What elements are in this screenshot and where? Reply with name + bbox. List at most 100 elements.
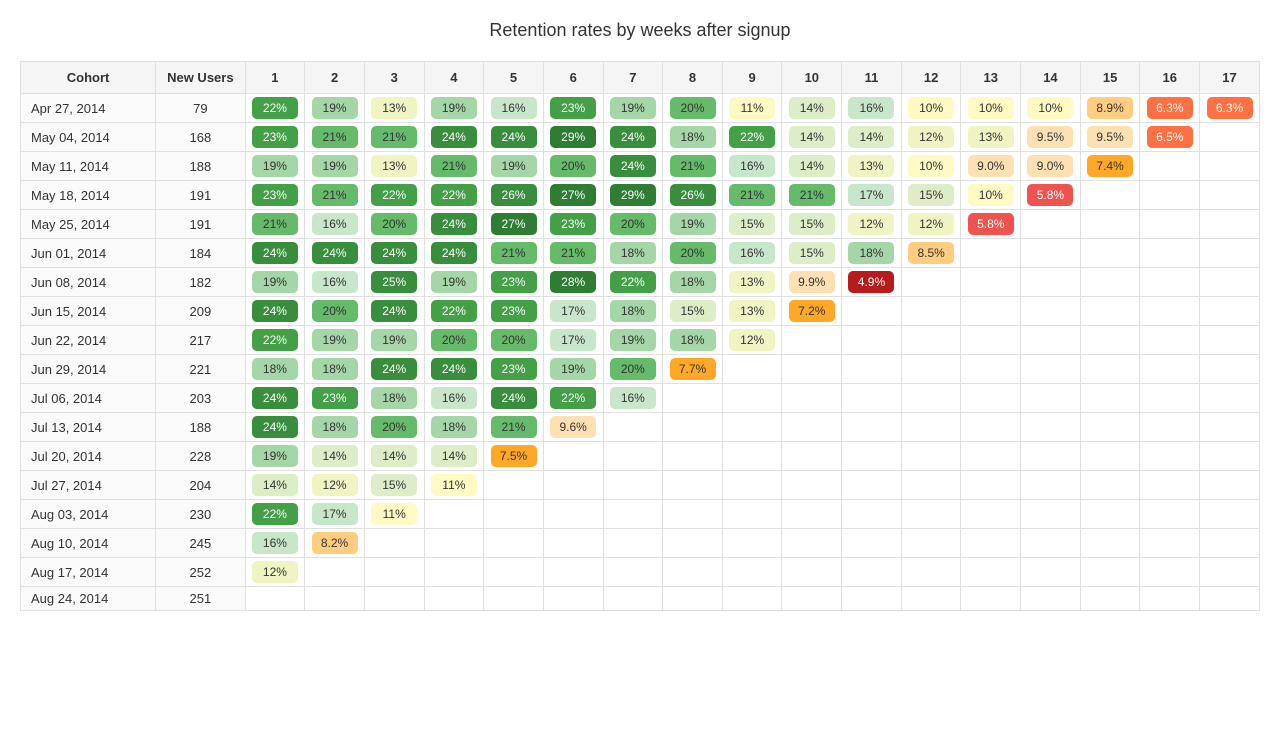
table-row: Apr 27, 20147922%19%13%19%16%23%19%20%11…: [21, 94, 1260, 123]
week-cell-4: 24%: [424, 123, 484, 152]
week-cell-17: [1200, 268, 1260, 297]
table-row: Jul 27, 201420414%12%15%11%: [21, 471, 1260, 500]
users-count-cell: 252: [156, 558, 245, 587]
week-cell-10: 7.2%: [782, 297, 842, 326]
week-cell-4: 18%: [424, 413, 484, 442]
week-cell-4: [424, 587, 484, 611]
week-cell-12: 12%: [901, 123, 961, 152]
week-cell-12: [901, 297, 961, 326]
week-cell-1: 19%: [245, 442, 305, 471]
users-count-cell: 203: [156, 384, 245, 413]
table-row: May 11, 201418819%19%13%21%19%20%24%21%1…: [21, 152, 1260, 181]
week-cell-14: [1021, 500, 1081, 529]
week-cell-8: 18%: [663, 268, 723, 297]
week-cell-17: [1200, 442, 1260, 471]
week-cell-11: [842, 558, 902, 587]
week-cell-15: 9.5%: [1080, 123, 1140, 152]
week-cell-1: [245, 587, 305, 611]
cohort-cell: Jun 22, 2014: [21, 326, 156, 355]
week-cell-8: 7.7%: [663, 355, 723, 384]
week-cell-14: 10%: [1021, 94, 1081, 123]
week-cell-10: [782, 500, 842, 529]
week-cell-11: [842, 326, 902, 355]
week-cell-17: [1200, 529, 1260, 558]
week-header-15: 15: [1080, 62, 1140, 94]
week-cell-5: [484, 558, 544, 587]
week-cell-9: 16%: [722, 152, 782, 181]
table-row: Aug 17, 201425212%: [21, 558, 1260, 587]
cohort-column-header: Cohort: [21, 62, 156, 94]
week-cell-9: [722, 471, 782, 500]
week-cell-3: 24%: [364, 297, 424, 326]
week-cell-5: [484, 587, 544, 611]
week-cell-14: [1021, 529, 1081, 558]
week-cell-1: 18%: [245, 355, 305, 384]
week-cell-5: 19%: [484, 152, 544, 181]
week-cell-14: [1021, 239, 1081, 268]
week-cell-6: 28%: [543, 268, 603, 297]
week-cell-10: 15%: [782, 239, 842, 268]
week-cell-1: 24%: [245, 413, 305, 442]
week-cell-6: 29%: [543, 123, 603, 152]
week-cell-10: [782, 558, 842, 587]
week-cell-6: 17%: [543, 326, 603, 355]
week-cell-5: [484, 500, 544, 529]
week-cell-14: [1021, 210, 1081, 239]
week-cell-13: [961, 587, 1021, 611]
cohort-cell: Aug 17, 2014: [21, 558, 156, 587]
week-header-14: 14: [1021, 62, 1081, 94]
users-count-cell: 184: [156, 239, 245, 268]
week-cell-8: [663, 384, 723, 413]
week-cell-12: [901, 471, 961, 500]
week-cell-6: 23%: [543, 210, 603, 239]
week-cell-1: 24%: [245, 384, 305, 413]
week-cell-17: [1200, 297, 1260, 326]
week-cell-1: 22%: [245, 500, 305, 529]
week-cell-8: 18%: [663, 326, 723, 355]
week-cell-6: [543, 558, 603, 587]
week-cell-7: 19%: [603, 326, 663, 355]
table-row: May 04, 201416823%21%21%24%24%29%24%18%2…: [21, 123, 1260, 152]
week-cell-11: 13%: [842, 152, 902, 181]
week-cell-5: 24%: [484, 123, 544, 152]
week-cell-7: 18%: [603, 297, 663, 326]
week-cell-2: 19%: [305, 152, 365, 181]
week-cell-17: [1200, 355, 1260, 384]
week-cell-3: 21%: [364, 123, 424, 152]
week-cell-12: [901, 500, 961, 529]
week-cell-4: [424, 529, 484, 558]
week-cell-1: 19%: [245, 268, 305, 297]
week-cell-16: [1140, 268, 1200, 297]
week-cell-5: 16%: [484, 94, 544, 123]
week-cell-6: [543, 500, 603, 529]
week-cell-8: [663, 587, 723, 611]
week-cell-9: [722, 529, 782, 558]
week-cell-8: 21%: [663, 152, 723, 181]
week-cell-3: 11%: [364, 500, 424, 529]
week-cell-9: 11%: [722, 94, 782, 123]
week-cell-11: [842, 442, 902, 471]
week-cell-2: 16%: [305, 210, 365, 239]
week-header-11: 11: [842, 62, 902, 94]
week-cell-4: 24%: [424, 239, 484, 268]
week-cell-6: 9.6%: [543, 413, 603, 442]
week-cell-7: 29%: [603, 181, 663, 210]
table-row: May 25, 201419121%16%20%24%27%23%20%19%1…: [21, 210, 1260, 239]
week-cell-3: 13%: [364, 152, 424, 181]
chart-title: Retention rates by weeks after signup: [20, 20, 1260, 41]
week-cell-15: [1080, 529, 1140, 558]
week-cell-9: [722, 558, 782, 587]
week-cell-8: 18%: [663, 123, 723, 152]
table-row: Aug 24, 2014251: [21, 587, 1260, 611]
week-cell-10: [782, 471, 842, 500]
week-cell-13: [961, 355, 1021, 384]
users-column-header: New Users: [156, 62, 245, 94]
week-cell-6: 27%: [543, 181, 603, 210]
week-header-2: 2: [305, 62, 365, 94]
week-cell-7: 22%: [603, 268, 663, 297]
week-cell-12: 15%: [901, 181, 961, 210]
week-cell-17: [1200, 413, 1260, 442]
week-cell-9: [722, 500, 782, 529]
week-cell-4: 21%: [424, 152, 484, 181]
week-cell-3: 20%: [364, 210, 424, 239]
